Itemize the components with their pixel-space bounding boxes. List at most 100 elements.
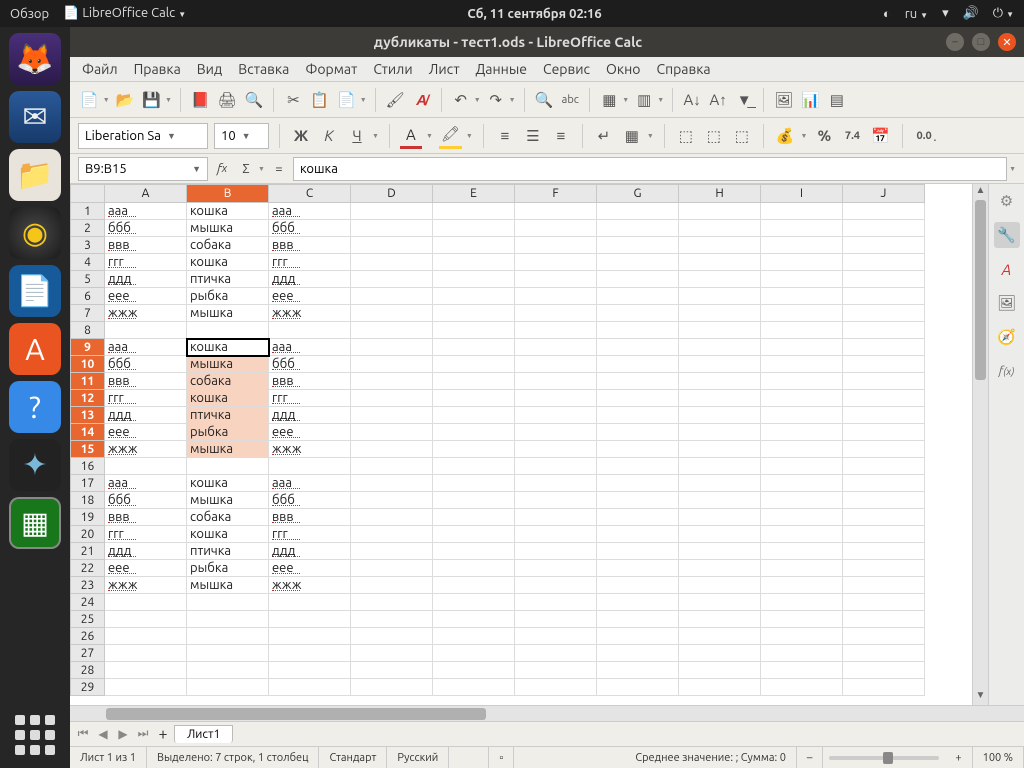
cell-J14[interactable] [843,424,925,441]
menu-file[interactable]: Файл [82,61,118,77]
cell-F24[interactable] [515,594,597,611]
row-header-8[interactable]: 8 [71,322,105,339]
cell-G2[interactable] [597,220,679,237]
underline-button[interactable]: Ч [346,123,368,149]
scroll-thumb[interactable] [975,200,986,380]
cell-B11[interactable]: собака [187,373,269,390]
function-wizard-button[interactable]: fx [212,157,232,181]
prev-tab-button[interactable]: ◀ [94,725,112,743]
status-insert-mode[interactable] [449,747,489,768]
cell-B19[interactable]: собака [187,509,269,526]
cell-A5[interactable]: ддд [105,271,187,288]
scroll-up-icon[interactable]: ▲ [973,184,988,200]
menu-window[interactable]: Окно [606,61,640,77]
row-header-1[interactable]: 1 [71,203,105,220]
cell-C29[interactable] [269,679,351,696]
cell-B9[interactable]: кошка [187,339,269,356]
cell-J23[interactable] [843,577,925,594]
cell-B18[interactable]: мышка [187,492,269,509]
sheet-tab-1[interactable]: Лист1 [174,725,233,743]
cell-A24[interactable] [105,594,187,611]
cell-G21[interactable] [597,543,679,560]
cell-A21[interactable]: ддд [105,543,187,560]
zoom-slider[interactable] [829,756,939,760]
cell-G9[interactable] [597,339,679,356]
cell-H11[interactable] [679,373,761,390]
cell-J19[interactable] [843,509,925,526]
select-all-corner[interactable] [71,185,105,203]
row-header-21[interactable]: 21 [71,543,105,560]
paste-dropdown[interactable]: ▼ [360,96,367,104]
cell-E19[interactable] [433,509,515,526]
cell-F10[interactable] [515,356,597,373]
image-button[interactable]: 🖼 [772,87,795,113]
row-header-12[interactable]: 12 [71,390,105,407]
cell-I19[interactable] [761,509,843,526]
cell-G15[interactable] [597,441,679,458]
cell-C26[interactable] [269,628,351,645]
cell-J22[interactable] [843,560,925,577]
cell-J17[interactable] [843,475,925,492]
save-dropdown[interactable]: ▼ [165,96,172,104]
cell-A13[interactable]: ддд [105,407,187,424]
cell-F29[interactable] [515,679,597,696]
cell-H18[interactable] [679,492,761,509]
menu-sheet[interactable]: Лист [429,61,460,77]
cell-B16[interactable] [187,458,269,475]
cell-F19[interactable] [515,509,597,526]
status-style[interactable]: Стандарт [319,747,387,768]
font-color-dropdown[interactable]: ▼ [426,132,433,140]
cell-H23[interactable] [679,577,761,594]
dock-files[interactable]: 📁 [9,149,61,201]
cell-D4[interactable] [351,254,433,271]
cell-I4[interactable] [761,254,843,271]
row-header-24[interactable]: 24 [71,594,105,611]
decimal-button[interactable]: 0.0̣ [913,123,935,149]
cell-E4[interactable] [433,254,515,271]
cell-J5[interactable] [843,271,925,288]
cell-H3[interactable] [679,237,761,254]
redo-button[interactable]: ↷ [485,87,507,113]
col-header-J[interactable]: J [843,185,925,203]
cell-I6[interactable] [761,288,843,305]
sidebar-settings-icon[interactable]: ⚙ [994,188,1020,214]
sort-asc-button[interactable]: A↓ [681,87,703,113]
cell-C18[interactable]: ббб [269,492,351,509]
cell-D22[interactable] [351,560,433,577]
cell-E26[interactable] [433,628,515,645]
zoom-out-button[interactable]: – [797,747,823,768]
menu-styles[interactable]: Стили [373,61,412,77]
cell-C8[interactable] [269,322,351,339]
cell-D12[interactable] [351,390,433,407]
cell-F14[interactable] [515,424,597,441]
cell-C15[interactable]: жжж [269,441,351,458]
cell-I29[interactable] [761,679,843,696]
cell-E11[interactable] [433,373,515,390]
cell-D3[interactable] [351,237,433,254]
cell-B15[interactable]: мышка [187,441,269,458]
export-pdf-button[interactable]: 📕 [189,87,212,113]
row-header-5[interactable]: 5 [71,271,105,288]
cell-F1[interactable] [515,203,597,220]
cell-I21[interactable] [761,543,843,560]
status-calc[interactable]: Среднее значение: ; Сумма: 0 [514,747,797,768]
cell-I24[interactable] [761,594,843,611]
formula-input[interactable] [293,157,1007,181]
cell-B4[interactable]: кошка [187,254,269,271]
zoom-in-button[interactable]: + [945,747,972,768]
cell-F4[interactable] [515,254,597,271]
cell-E21[interactable] [433,543,515,560]
cell-C13[interactable]: ддд [269,407,351,424]
dock-thunderbird[interactable]: ✉ [9,91,61,143]
cell-A27[interactable] [105,645,187,662]
zoom-level[interactable]: 100 % [973,747,1024,768]
cell-F12[interactable] [515,390,597,407]
cell-A4[interactable]: ггг [105,254,187,271]
cell-G25[interactable] [597,611,679,628]
sidebar-functions-icon[interactable]: f(x) [994,358,1020,384]
cell-E16[interactable] [433,458,515,475]
cell-D27[interactable] [351,645,433,662]
cell-G1[interactable] [597,203,679,220]
cell-F11[interactable] [515,373,597,390]
dock-firefox[interactable]: 🦊 [9,33,61,85]
